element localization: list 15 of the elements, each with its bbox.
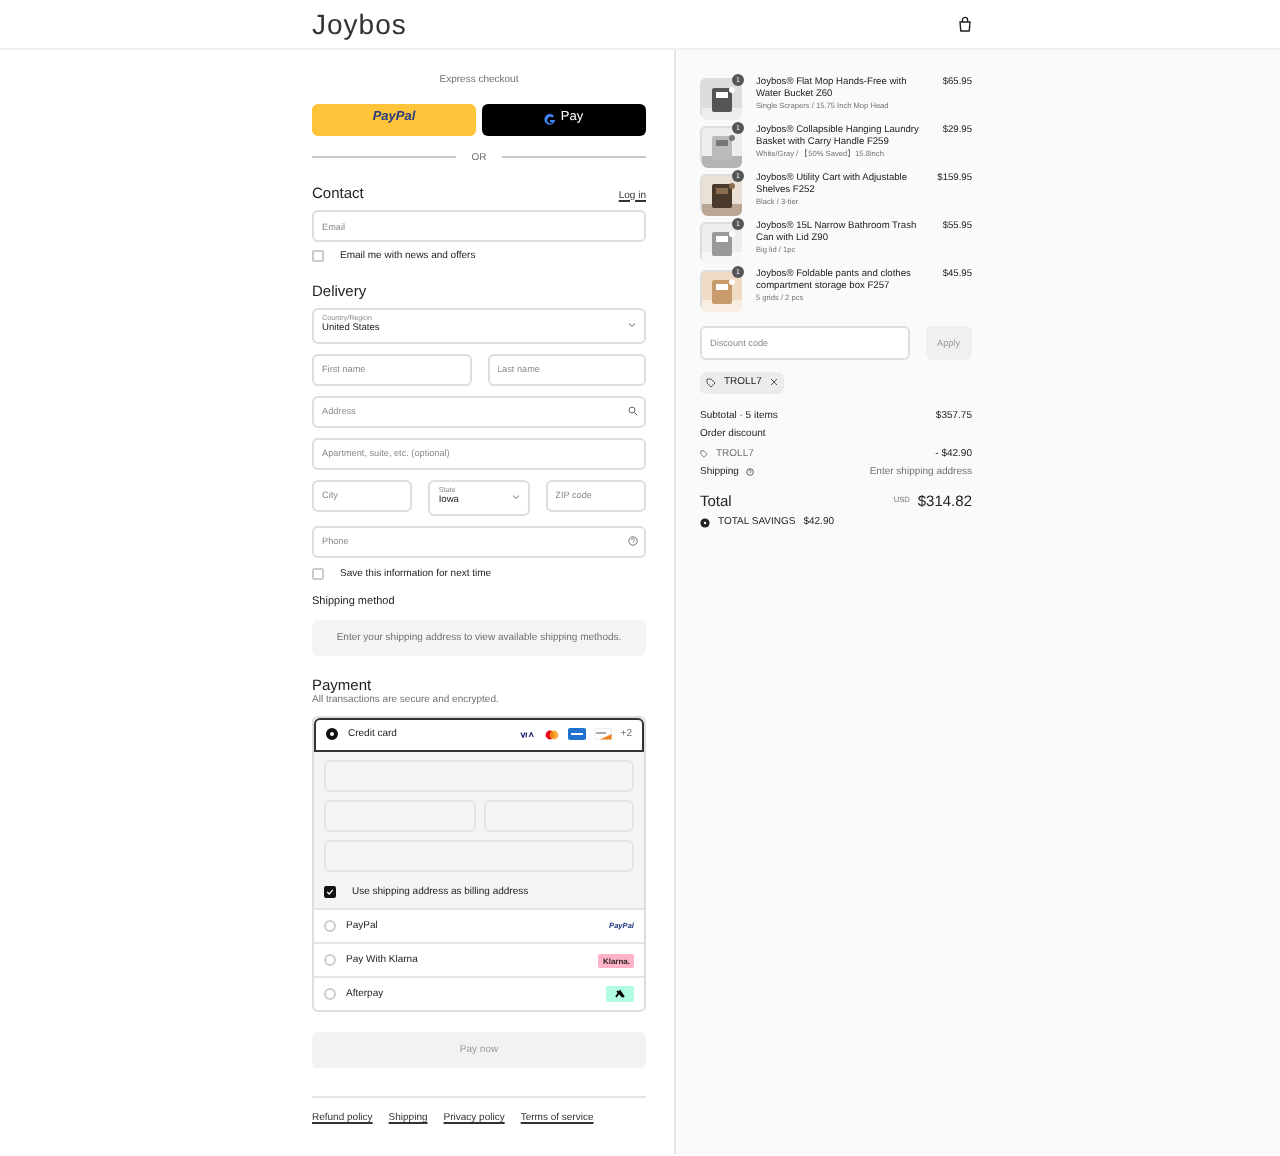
shopping-bag-icon[interactable] <box>958 16 972 32</box>
checkbox[interactable] <box>324 885 336 898</box>
close-icon[interactable] <box>769 378 778 387</box>
amex-icon <box>568 728 587 741</box>
afterpay-icon <box>606 986 634 1003</box>
logo[interactable]: Joybos <box>312 5 407 43</box>
help-icon[interactable] <box>628 535 638 545</box>
discover-icon <box>594 728 613 741</box>
mastercard-icon <box>544 729 561 740</box>
visa-icon <box>518 728 537 741</box>
chevron-down-icon <box>628 322 636 328</box>
chevron-down-icon <box>511 494 520 500</box>
google-g-icon <box>544 113 557 125</box>
help-icon[interactable] <box>746 468 755 477</box>
search-icon <box>628 405 638 415</box>
